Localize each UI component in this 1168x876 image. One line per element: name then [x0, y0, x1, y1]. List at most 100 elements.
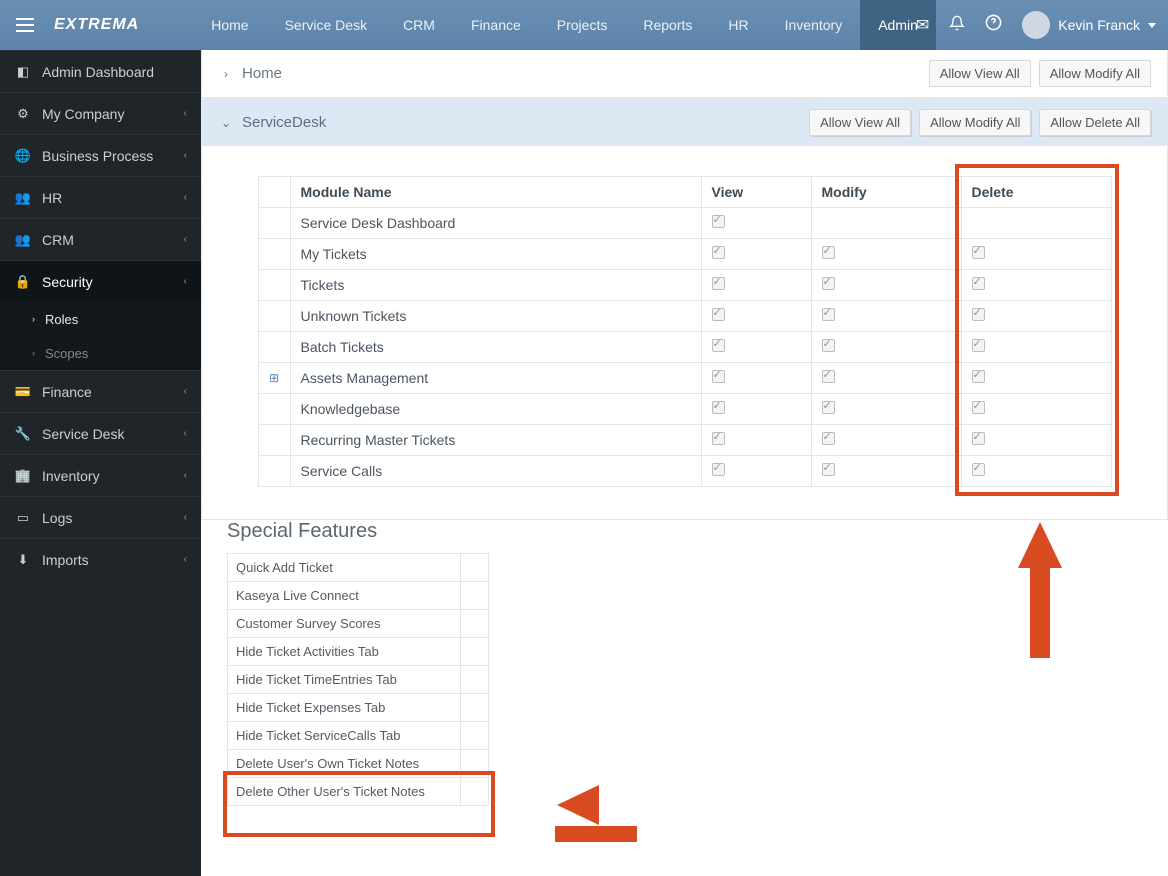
sidebar-item-crm[interactable]: 👥CRM‹	[0, 218, 201, 260]
checkbox[interactable]	[822, 401, 835, 414]
chevron-down-icon[interactable]: ⌄	[218, 116, 234, 130]
nav-projects[interactable]: Projects	[539, 0, 626, 50]
allow-delete-all-button[interactable]: Allow Delete All	[1039, 109, 1151, 136]
chevron-left-icon: ‹	[184, 554, 187, 565]
hamburger-icon[interactable]	[0, 0, 50, 50]
sidebar-item-label: Service Desk	[42, 426, 124, 442]
feature-name: Hide Ticket Expenses Tab	[228, 694, 461, 722]
col-modify: Modify	[811, 177, 961, 208]
view-cell	[701, 239, 811, 270]
mail-icon[interactable]: ✉	[916, 15, 929, 35]
user-menu[interactable]: Kevin Franck	[1022, 11, 1156, 39]
list-item: Hide Ticket Expenses Tab	[228, 694, 489, 722]
chevron-left-icon: ‹	[184, 386, 187, 397]
sidebar-item-imports[interactable]: ⬇Imports‹	[0, 538, 201, 580]
checkbox[interactable]	[712, 339, 725, 352]
chevron-left-icon: ‹	[184, 512, 187, 523]
special-features-title: Special Features	[227, 520, 1168, 543]
bell-icon[interactable]	[949, 15, 965, 36]
checkbox[interactable]	[822, 463, 835, 476]
list-item: Kaseya Live Connect	[228, 582, 489, 610]
user-name: Kevin Franck	[1058, 17, 1140, 33]
sidebar-item-finance[interactable]: 💳Finance‹	[0, 370, 201, 412]
sidebar-item-inventory[interactable]: 🏢Inventory‹	[0, 454, 201, 496]
nav-hr[interactable]: HR	[710, 0, 766, 50]
checkbox[interactable]	[972, 370, 985, 383]
globe-icon: 🌐	[14, 148, 32, 164]
sidebar-subitem-scopes[interactable]: ›Scopes	[0, 336, 201, 370]
table-row: Recurring Master Tickets	[258, 425, 1111, 456]
sidebar-item-admin-dashboard[interactable]: ◧Admin Dashboard	[0, 50, 201, 92]
table-row: Unknown Tickets	[258, 301, 1111, 332]
modify-cell	[811, 363, 961, 394]
checkbox[interactable]	[822, 277, 835, 290]
nav-reports[interactable]: Reports	[625, 0, 710, 50]
checkbox[interactable]	[972, 246, 985, 259]
checkbox[interactable]	[822, 339, 835, 352]
checkbox[interactable]	[972, 432, 985, 445]
module-name: Unknown Tickets	[290, 301, 701, 332]
nav-crm[interactable]: CRM	[385, 0, 453, 50]
chevron-right-icon[interactable]: ›	[218, 67, 234, 81]
feature-name: Delete Other User's Ticket Notes	[228, 778, 461, 806]
checkbox[interactable]	[712, 370, 725, 383]
chevron-left-icon: ‹	[184, 470, 187, 481]
sidebar-item-logs[interactable]: ▭Logs‹	[0, 496, 201, 538]
allow-view-all-button[interactable]: Allow View All	[929, 60, 1031, 87]
checkbox[interactable]	[972, 339, 985, 352]
expand-icon	[258, 270, 290, 301]
sidebar-item-service-desk[interactable]: 🔧Service Desk‹	[0, 412, 201, 454]
delete-cell	[961, 332, 1111, 363]
modify-cell	[811, 456, 961, 487]
sidebar-item-my-company[interactable]: ⚙My Company‹	[0, 92, 201, 134]
nav-home[interactable]: Home	[193, 0, 266, 50]
expand-icon[interactable]: ⊞	[258, 363, 290, 394]
checkbox[interactable]	[712, 246, 725, 259]
nav-inventory[interactable]: Inventory	[767, 0, 861, 50]
module-name: Tickets	[290, 270, 701, 301]
allow-modify-all-button[interactable]: Allow Modify All	[1039, 60, 1151, 87]
sidebar-item-label: Logs	[42, 510, 72, 526]
expand-icon	[258, 332, 290, 363]
sidebar-item-business-process[interactable]: 🌐Business Process‹	[0, 134, 201, 176]
gear-icon: ⚙	[14, 106, 32, 122]
delete-cell	[961, 363, 1111, 394]
help-icon[interactable]	[985, 14, 1002, 36]
checkbox[interactable]	[712, 463, 725, 476]
list-item: Hide Ticket Activities Tab	[228, 638, 489, 666]
module-name: Batch Tickets	[290, 332, 701, 363]
nav-finance[interactable]: Finance	[453, 0, 539, 50]
checkbox[interactable]	[712, 215, 725, 228]
checkbox[interactable]	[972, 401, 985, 414]
checkbox[interactable]	[972, 277, 985, 290]
chevron-down-icon	[1148, 23, 1156, 28]
list-item: Hide Ticket ServiceCalls Tab	[228, 722, 489, 750]
special-features-table: Quick Add TicketKaseya Live ConnectCusto…	[227, 553, 489, 806]
checkbox[interactable]	[822, 246, 835, 259]
table-row: Service Calls	[258, 456, 1111, 487]
checkbox[interactable]	[822, 308, 835, 321]
checkbox[interactable]	[712, 432, 725, 445]
col-delete: Delete	[961, 177, 1111, 208]
sidebar-subitem-roles[interactable]: ›Roles	[0, 302, 201, 336]
allow-view-all-button[interactable]: Allow View All	[809, 109, 911, 136]
checkbox[interactable]	[822, 432, 835, 445]
checkbox[interactable]	[822, 370, 835, 383]
checkbox[interactable]	[712, 308, 725, 321]
nav-service-desk[interactable]: Service Desk	[267, 0, 385, 50]
checkbox[interactable]	[972, 308, 985, 321]
expand-icon	[258, 239, 290, 270]
checkbox[interactable]	[972, 463, 985, 476]
sidebar-item-hr[interactable]: 👥HR‹	[0, 176, 201, 218]
feature-name: Delete User's Own Ticket Notes	[228, 750, 461, 778]
avatar	[1022, 11, 1050, 39]
delete-cell	[961, 239, 1111, 270]
delete-cell	[961, 394, 1111, 425]
modify-cell	[811, 301, 961, 332]
sidebar-item-security[interactable]: 🔒Security‹	[0, 260, 201, 302]
checkbox[interactable]	[712, 401, 725, 414]
allow-modify-all-button[interactable]: Allow Modify All	[919, 109, 1031, 136]
checkbox[interactable]	[712, 277, 725, 290]
chevron-right-icon: ›	[32, 348, 35, 358]
content: › Home Allow View All Allow Modify All ⌄…	[201, 50, 1168, 876]
